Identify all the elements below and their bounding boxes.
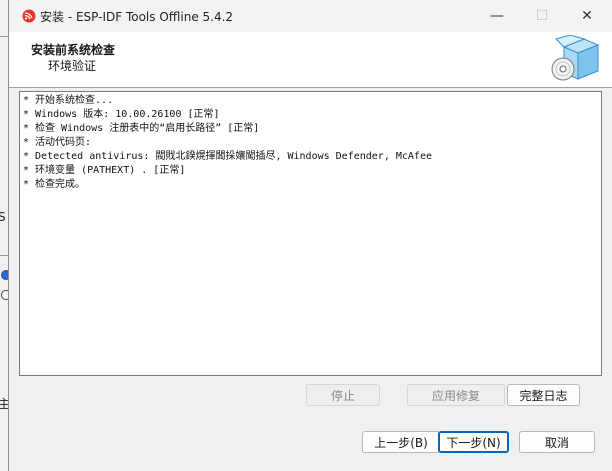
apply-fix-button[interactable]: 应用修复 [407, 384, 505, 406]
full-log-button[interactable]: 完整日志 [507, 384, 580, 406]
log-line: * Detected antivirus: 閥戝北鍨熀揮闆挆孃闖插尽, Wind… [23, 151, 432, 162]
title-bar[interactable]: 安装 - ESP-IDF Tools Offline 5.4.2 — ☐ ✕ [9, 0, 612, 32]
background-text: S [0, 210, 6, 224]
stop-button[interactable]: 停止 [306, 384, 380, 406]
close-button[interactable]: ✕ [564, 0, 610, 32]
next-button[interactable]: 下一步(N) [438, 431, 509, 453]
system-check-log[interactable]: * 开始系统检查... * Windows 版本: 10.00.26100 [正… [19, 91, 602, 376]
back-button[interactable]: 上一步(B) [362, 431, 440, 453]
log-line: * 活动代码页: [23, 137, 92, 148]
log-line: * 检查完成。 [23, 179, 86, 190]
log-line: * 开始系统检查... [23, 95, 114, 106]
minimize-button[interactable]: — [474, 0, 520, 32]
espressif-logo-icon [22, 9, 36, 23]
maximize-button[interactable]: ☐ [519, 0, 565, 32]
page-title: 安装前系统检查 [31, 43, 116, 57]
wizard-header: 安装前系统检查 环境验证 [9, 32, 612, 88]
page-subtitle: 环境验证 [48, 59, 97, 73]
log-line: * 环境变量 (PATHEXT) . [正常] [23, 165, 186, 176]
software-box-cd-icon [551, 35, 600, 81]
cancel-button[interactable]: 取消 [519, 431, 595, 453]
window-title: 安装 - ESP-IDF Tools Offline 5.4.2 [40, 10, 234, 24]
log-line: * Windows 版本: 10.00.26100 [正常] [23, 109, 220, 120]
log-line: * 检查 Windows 注册表中的“启用长路径” [正常] [23, 123, 260, 134]
installer-window: 安装 - ESP-IDF Tools Offline 5.4.2 — ☐ ✕ 安… [8, 0, 612, 471]
